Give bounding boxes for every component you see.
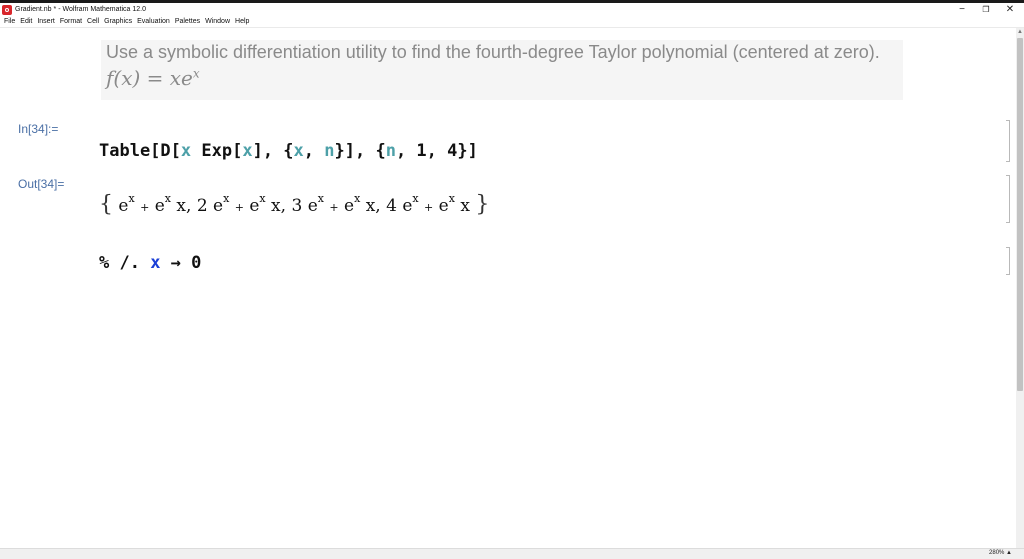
menu-format[interactable]: Format [60, 18, 82, 25]
menu-evaluation[interactable]: Evaluation [137, 18, 170, 25]
zoom-control[interactable]: 280% ▲ [989, 550, 1012, 556]
zoom-arrow-icon: ▲ [1006, 550, 1012, 556]
menu-bar: File Edit Insert Format Cell Graphics Ev… [0, 16, 1024, 28]
output-term: ex + ex x, [118, 192, 192, 216]
vertical-scrollbar[interactable]: ▲ [1016, 28, 1024, 548]
menu-graphics[interactable]: Graphics [104, 18, 132, 25]
code-var-x: x [180, 141, 192, 161]
output-close-brace: } [475, 192, 490, 217]
window-title: Gradient.nb * - Wolfram Mathematica 12.0 [15, 6, 146, 13]
input-cell-bracket[interactable] [1006, 120, 1010, 162]
mathematica-app-icon [2, 4, 12, 15]
title-bar: Gradient.nb * - Wolfram Mathematica 12.0… [0, 3, 1024, 16]
scrollbar-thumb[interactable] [1017, 38, 1023, 391]
output-cell-bracket[interactable] [1006, 175, 1010, 223]
menu-palettes[interactable]: Palettes [175, 18, 200, 25]
input-label: In[34]:= [18, 122, 59, 136]
menu-help[interactable]: Help [235, 18, 249, 25]
input-code[interactable]: Table[D[x Exp[x], {x, n}], {n, 1, 4}] [99, 141, 478, 161]
code-var-x: x [293, 141, 304, 161]
output-label: Out[34]= [18, 177, 65, 191]
output-expression[interactable]: { ex + ex x, 2 ex + ex x, 3 ex + ex x, 4… [99, 192, 489, 217]
pattern-var-x: x [150, 253, 161, 273]
status-bar: 280% ▲ [0, 548, 1024, 559]
notebook-canvas[interactable]: Use a symbolic differentiation utility t… [0, 28, 1016, 548]
formula-base: f(x) = xe [106, 66, 193, 90]
menu-edit[interactable]: Edit [20, 18, 32, 25]
menu-insert[interactable]: Insert [37, 18, 55, 25]
scroll-up-icon[interactable]: ▲ [1016, 28, 1024, 36]
output-term: 4 ex + ex x [386, 192, 470, 216]
text-cell[interactable]: Use a symbolic differentiation utility t… [101, 40, 903, 100]
code-var-x: x [242, 141, 253, 161]
formula-exponent: x [192, 66, 200, 81]
menu-file[interactable]: File [4, 18, 15, 25]
menu-cell[interactable]: Cell [87, 18, 99, 25]
code-var-n: n [385, 141, 396, 161]
output-open-brace: { [99, 192, 113, 217]
replace-input-code[interactable]: % /. x → 0 [99, 253, 201, 273]
code-var-n: n [324, 141, 335, 161]
menu-window[interactable]: Window [205, 18, 230, 25]
output-term: 3 ex + ex x, [291, 192, 381, 216]
question-text: Use a symbolic differentiation utility t… [106, 42, 880, 62]
output-term: 2 ex + ex x, [196, 192, 287, 216]
formula-text: f(x) = xex [106, 66, 903, 90]
new-input-cell-bracket[interactable] [1006, 247, 1010, 275]
close-button[interactable]: ✕ [996, 3, 1024, 16]
